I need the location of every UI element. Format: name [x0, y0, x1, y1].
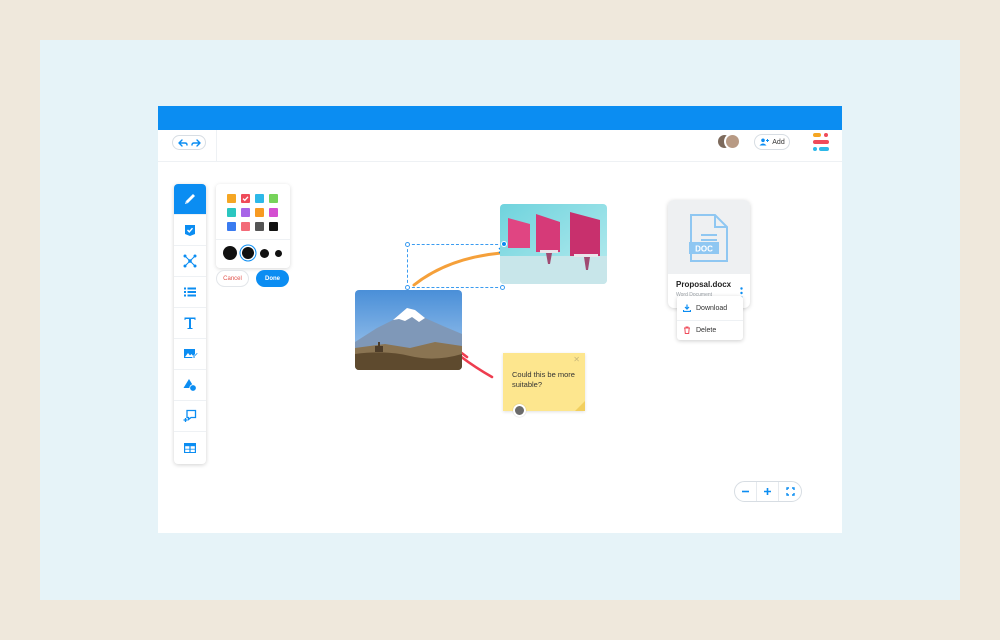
- selection-box[interactable]: [405, 242, 505, 290]
- download-label: Download: [696, 304, 728, 312]
- annotation-arrow[interactable]: [458, 354, 494, 379]
- sticky-note[interactable]: ✕ Could this be more suitable?: [503, 353, 585, 411]
- trash-icon: [684, 326, 690, 334]
- monitors-photo: [500, 204, 607, 284]
- sticky-note-text: Could this be more suitable?: [512, 370, 575, 389]
- file-name: Proposal.docx: [676, 280, 732, 289]
- mountain-photo: [355, 290, 462, 370]
- file-context-menu: Download Delete: [677, 296, 743, 340]
- download-icon: [683, 304, 691, 312]
- canvas-image-mountain[interactable]: [355, 290, 462, 370]
- resize-handle[interactable]: [405, 242, 410, 247]
- menu-item-download[interactable]: Download: [683, 301, 727, 315]
- plus-icon: [764, 488, 771, 495]
- zoom-in-button[interactable]: [757, 482, 779, 501]
- resize-handle[interactable]: [500, 285, 505, 290]
- menu-divider: [677, 320, 743, 321]
- connector-anchor[interactable]: [501, 241, 507, 247]
- whiteboard-app: Add Cancel Done ✕ Could this be more sui…: [158, 106, 842, 533]
- fullscreen-icon: [785, 487, 795, 496]
- fit-screen-button[interactable]: [779, 482, 801, 501]
- resize-handle[interactable]: [405, 285, 410, 290]
- doc-file-icon: DOC: [689, 214, 728, 262]
- close-icon[interactable]: ✕: [573, 355, 580, 364]
- sticky-fold: [575, 401, 585, 411]
- delete-label: Delete: [696, 326, 717, 334]
- file-preview: DOC: [668, 200, 750, 274]
- minus-icon: [742, 490, 749, 493]
- doc-badge-label: DOC: [695, 245, 713, 254]
- zoom-controls: [734, 481, 802, 502]
- avatar: [513, 404, 526, 417]
- file-card[interactable]: DOC Proposal.docx Word Document: [668, 200, 750, 308]
- menu-item-delete[interactable]: Delete: [683, 323, 716, 337]
- zoom-out-button[interactable]: [735, 482, 757, 501]
- canvas-image-monitors[interactable]: [500, 204, 607, 284]
